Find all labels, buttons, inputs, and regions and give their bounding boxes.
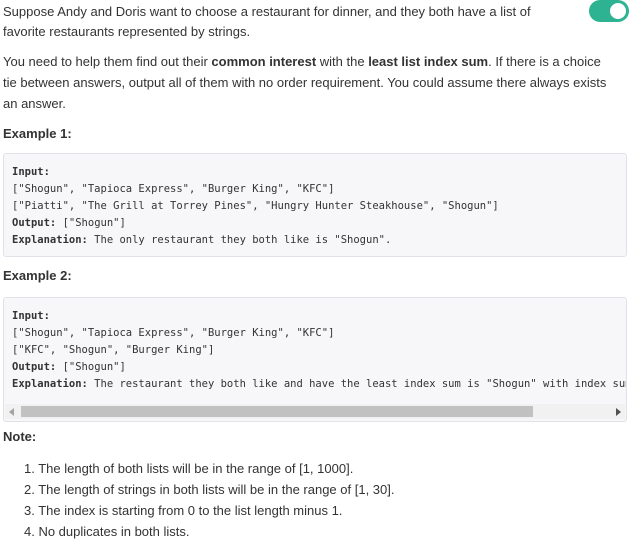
example-2-code-block: Input: ["Shogun", "Tapioca Express", "Bur… bbox=[3, 297, 627, 422]
scroll-left-arrow-icon[interactable] bbox=[9, 408, 14, 416]
note-item: 1. The length of both lists will be in t… bbox=[24, 461, 354, 476]
example-1-code-block: Input: ["Shogun", "Tapioca Express", "Bur… bbox=[3, 153, 627, 257]
example-1-explanation-label: Explanation: bbox=[12, 234, 88, 246]
intro-paragraph: Suppose Andy and Doris want to choose a … bbox=[3, 4, 531, 39]
example-2-output-value: ["Shogun"] bbox=[56, 361, 126, 373]
scrollbar-thumb[interactable] bbox=[21, 406, 533, 417]
example-1-list-1: ["Shogun", "Tapioca Express", "Burger Ki… bbox=[12, 183, 335, 195]
note-item: 4. No duplicates in both lists. bbox=[24, 524, 190, 539]
example-1-output-label: Output: bbox=[12, 217, 57, 229]
task-paragraph: You need to help them find out their com… bbox=[3, 51, 618, 114]
example-2-heading: Example 2: bbox=[3, 268, 72, 283]
task-bold-common-interest: common interest bbox=[211, 54, 317, 69]
example-2-explanation-label: Explanation: bbox=[12, 378, 88, 390]
toggle-switch[interactable] bbox=[589, 0, 629, 22]
example-1-list-2: ["Piatti", "The Grill at Torrey Pines", … bbox=[12, 200, 499, 212]
note-item: 3. The index is starting from 0 to the l… bbox=[24, 503, 343, 518]
note-list: 1. The length of both lists will be in t… bbox=[24, 458, 394, 542]
example-2-explanation-value: The restaurant they both like and have t… bbox=[94, 378, 626, 390]
task-text-middle: with the bbox=[316, 54, 369, 69]
task-bold-least-index-sum: least list index sum bbox=[368, 54, 489, 69]
scroll-right-arrow-icon[interactable] bbox=[616, 408, 621, 416]
task-text-before: You need to help them find out their bbox=[3, 54, 212, 69]
example-1-output-value: ["Shogun"] bbox=[56, 217, 126, 229]
example-1-heading: Example 1: bbox=[3, 126, 72, 141]
note-heading: Note: bbox=[3, 429, 37, 444]
example-1-explanation-value: The only restaurant they both like is "S… bbox=[87, 234, 392, 246]
example-2-list-2: ["KFC", "Shogun", "Burger King"] bbox=[12, 344, 215, 356]
toggle-knob bbox=[610, 3, 626, 19]
example-2-input-label: Input: bbox=[12, 310, 50, 322]
example-2-list-1: ["Shogun", "Tapioca Express", "Burger Ki… bbox=[12, 327, 335, 339]
horizontal-scrollbar[interactable] bbox=[5, 404, 625, 419]
example-1-input-label: Input: bbox=[12, 166, 50, 178]
example-2-output-label: Output: bbox=[12, 361, 57, 373]
problem-description: Suppose Andy and Doris want to choose a … bbox=[0, 0, 634, 543]
note-item: 2. The length of strings in both lists w… bbox=[24, 482, 395, 497]
